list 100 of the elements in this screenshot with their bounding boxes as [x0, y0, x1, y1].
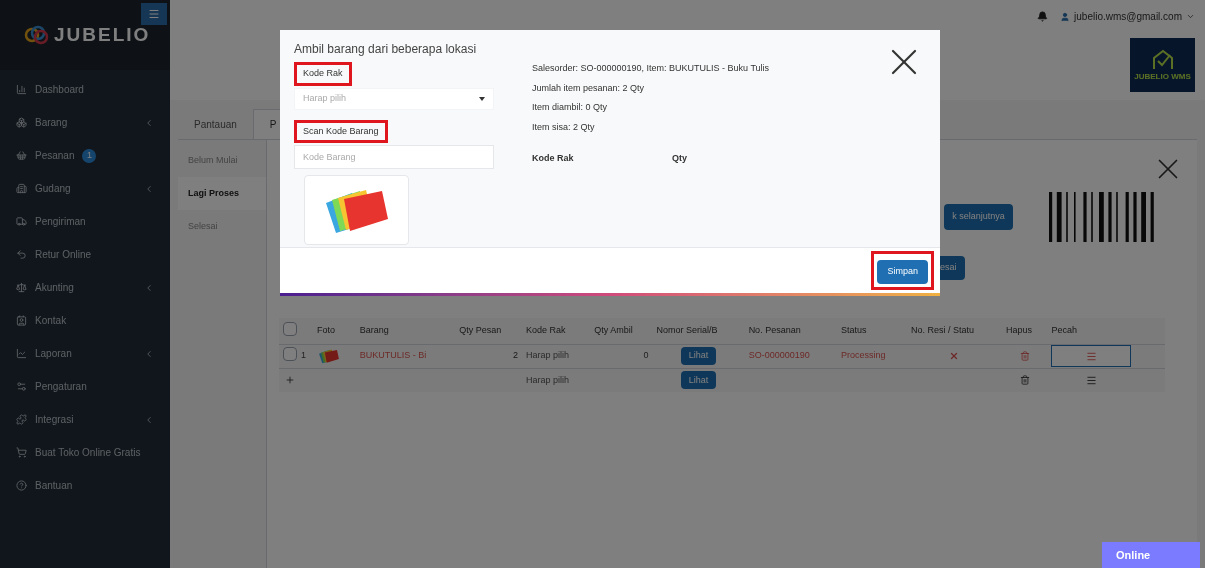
- split-cell[interactable]: [1051, 345, 1132, 367]
- column-header: No. Pesanan: [744, 318, 837, 344]
- next-button[interactable]: k selanjutnya: [944, 204, 1013, 230]
- user-menu[interactable]: jubelio.wms@gmail.com: [1060, 9, 1195, 24]
- column-header: Hapus: [1001, 318, 1048, 344]
- save-button[interactable]: Simpan: [877, 259, 928, 284]
- menu-item-icon: [16, 348, 27, 359]
- sidebar-item[interactable]: Laporan: [0, 337, 170, 370]
- sidebar-label: Integrasi: [35, 413, 74, 427]
- chat-status-button[interactable]: Online: [1102, 542, 1200, 568]
- view-button[interactable]: Lihat: [680, 371, 717, 390]
- sidebar-label: Buat Toko Online Gratis: [35, 446, 141, 460]
- delete-icon[interactable]: [1019, 375, 1030, 386]
- rack-select[interactable]: Harap pilih: [294, 87, 494, 110]
- chevron-icon: [144, 117, 154, 128]
- order-info-line: Item sisa: 2 Qty: [532, 120, 596, 134]
- menu-item-icon: [16, 84, 27, 95]
- column-header: Kode Rak: [532, 152, 575, 165]
- sidebar-label: Pengiriman: [35, 215, 86, 229]
- sidebar-item[interactable]: Akunting: [0, 271, 170, 304]
- sidebar-item[interactable]: Bantuan: [0, 469, 170, 502]
- chevron-icon: [144, 414, 154, 425]
- sidebar-item[interactable]: Kontak: [0, 304, 170, 337]
- table-cell: 2: [455, 344, 523, 368]
- table-cell: Harap pilih: [522, 344, 591, 368]
- sidebar-label: Bantuan: [35, 479, 73, 493]
- logo-icon: [24, 25, 50, 45]
- sidebar-label: Retur Online: [35, 248, 92, 262]
- menu-item-icon: [16, 315, 27, 326]
- split-icon: [1085, 374, 1097, 386]
- menu-item-icon: [16, 183, 27, 194]
- sidebar-label: Barang: [35, 116, 68, 130]
- count-badge: 1: [82, 148, 97, 163]
- chevron-icon: [144, 348, 154, 359]
- menu-item-icon: [16, 447, 27, 458]
- split-icon: [1085, 350, 1097, 362]
- checkmark-house-icon: [1150, 49, 1175, 71]
- brand-name: JUBELIO: [54, 22, 151, 47]
- table-cell: SO-000000190: [744, 344, 837, 368]
- order-info-line: Salesorder: SO-000000190, Item: BUKUTULIS - Buku Tulis: [532, 62, 771, 75]
- column-header: No. Resi / Statu: [907, 318, 1002, 344]
- order-info-line: Item diambil: 0 Qty: [532, 101, 609, 114]
- table-cell: BUKUTULIS - Bi: [355, 344, 456, 368]
- add-icon[interactable]: [285, 375, 295, 386]
- sidebar-item[interactable]: Pesanan 1: [0, 139, 170, 172]
- checkbox[interactable]: [283, 346, 297, 361]
- sidebar-item[interactable]: Pengiriman: [0, 205, 170, 238]
- menu-item-icon: [16, 282, 27, 293]
- barcode-input[interactable]: Kode Barang: [294, 145, 494, 169]
- sidebar-item[interactable]: Dashboard: [0, 73, 170, 106]
- chevron-icon: [144, 282, 154, 293]
- menu-item-icon: [16, 480, 27, 491]
- sidebar-item[interactable]: Barang: [0, 106, 170, 139]
- sidebar-label: Dashboard: [35, 83, 84, 97]
- column-header: Kode Rak: [522, 318, 591, 344]
- sidebar-label: Laporan: [35, 347, 72, 361]
- wms-logo: JUBELIO WMS: [1130, 38, 1195, 92]
- menu-item-icon: [16, 381, 27, 392]
- column-header: Qty: [672, 152, 688, 165]
- sidebar-item[interactable]: Gudang: [0, 172, 170, 205]
- delete-icon[interactable]: [1019, 350, 1030, 361]
- sidebar-label: Gudang: [35, 182, 71, 196]
- user-icon: [1060, 11, 1071, 22]
- bell-icon[interactable]: [1037, 11, 1049, 22]
- view-button[interactable]: Lihat: [680, 347, 717, 365]
- column-header: Barang: [355, 318, 456, 344]
- sidebar-label: Pesanan: [35, 149, 75, 163]
- column-header: Qty Pesan: [455, 318, 523, 344]
- column-header: Pecah: [1047, 318, 1165, 344]
- order-info-line: Jumlah item pesanan: 2 Qty: [532, 81, 646, 95]
- menu-item-icon: [16, 414, 27, 425]
- column-header: Status: [836, 318, 908, 344]
- menu-icon: [148, 8, 160, 20]
- table-cell: Processing: [836, 344, 908, 368]
- status-tab[interactable]: Lagi Proses: [178, 177, 266, 210]
- sidebar-label: Akunting: [35, 281, 74, 295]
- field-label: Scan Kode Barang: [294, 119, 388, 143]
- field-label: Kode Rak: [294, 62, 352, 86]
- caret-icon: [479, 96, 485, 101]
- caret-icon: [1186, 12, 1195, 21]
- sidebar-label: Kontak: [35, 314, 67, 328]
- sidebar-label: Pengaturan: [35, 380, 87, 394]
- row-number: 1: [301, 344, 313, 368]
- tab[interactable]: Pantauan: [178, 109, 253, 139]
- folders-drawing: [317, 348, 341, 364]
- menu-item-icon: [16, 249, 27, 260]
- sidebar-item[interactable]: Integrasi: [0, 403, 170, 436]
- column-header: Qty Ambil: [590, 318, 653, 344]
- menu-item-icon: [16, 150, 27, 161]
- table-cell: Harap pilih: [522, 368, 591, 392]
- menu-button[interactable]: [141, 3, 167, 25]
- checkbox[interactable]: [283, 321, 297, 336]
- column-header: Nomor Serial/B: [652, 318, 745, 344]
- sidebar-item[interactable]: Buat Toko Online Gratis: [0, 436, 170, 469]
- chevron-icon: [144, 183, 154, 194]
- menu-item-icon: [16, 117, 27, 128]
- column-header: Foto: [313, 318, 356, 344]
- modal-title: Ambil barang dari beberapa lokasi: [294, 41, 478, 58]
- sidebar-item[interactable]: Pengaturan: [0, 370, 170, 403]
- sidebar-item[interactable]: Retur Online: [0, 238, 170, 271]
